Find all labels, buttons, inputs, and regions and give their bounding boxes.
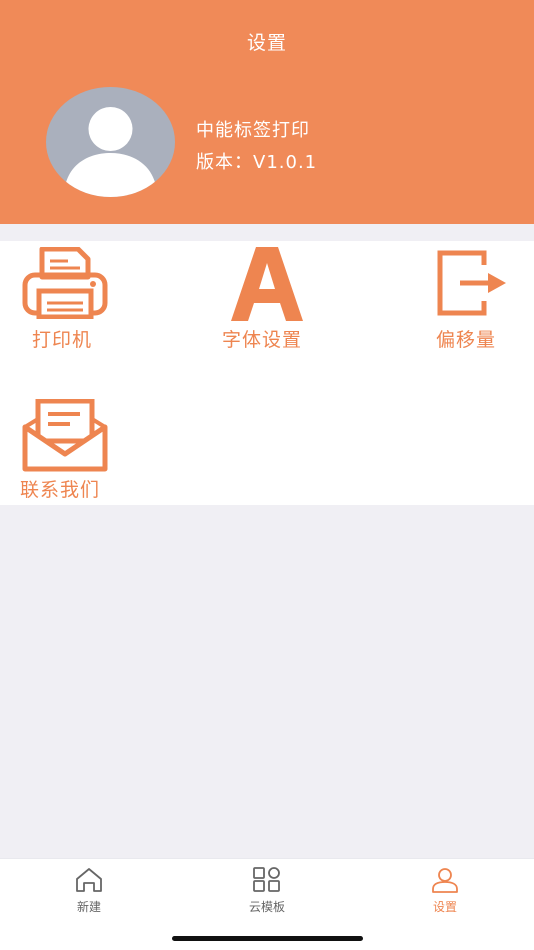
font-settings-label: 字体设置 bbox=[222, 329, 303, 351]
home-icon bbox=[76, 868, 102, 892]
font-settings-tile[interactable]: 字体设置 bbox=[212, 245, 322, 355]
printer-label: 打印机 bbox=[32, 329, 93, 351]
tab-settings-label: 设置 bbox=[432, 900, 457, 914]
tab-new[interactable]: 新建 bbox=[0, 859, 178, 923]
tab-cloud-templates[interactable]: 云模板 bbox=[178, 859, 356, 923]
offset-exit-icon bbox=[437, 250, 506, 316]
settings-header: 设置 中能标签打印 版本：V1.0.1 bbox=[0, 0, 534, 224]
offset-tile[interactable]: 偏移量 bbox=[424, 245, 524, 355]
home-indicator bbox=[172, 936, 363, 941]
app-name: 中能标签打印 bbox=[196, 120, 310, 141]
user-silhouette-icon bbox=[64, 107, 157, 197]
offset-label: 偏移量 bbox=[436, 329, 497, 351]
contact-us-label: 联系我们 bbox=[20, 479, 101, 501]
grid-icon bbox=[253, 867, 280, 892]
page-title: 设置 bbox=[246, 32, 287, 54]
settings-grid: 打印机 字体设置 偏移量 联系我们 bbox=[0, 241, 534, 505]
user-icon bbox=[432, 868, 458, 893]
tab-settings[interactable]: 设置 bbox=[356, 859, 534, 923]
envelope-icon bbox=[22, 399, 108, 472]
printer-icon bbox=[22, 247, 108, 319]
app-version: 版本：V1.0.1 bbox=[196, 152, 318, 173]
font-a-icon bbox=[231, 247, 303, 321]
tab-new-label: 新建 bbox=[76, 900, 101, 914]
avatar[interactable] bbox=[46, 87, 175, 197]
contact-us-tile[interactable]: 联系我们 bbox=[10, 399, 120, 501]
printer-tile[interactable]: 打印机 bbox=[10, 245, 120, 355]
tab-cloud-templates-label: 云模板 bbox=[248, 900, 285, 914]
